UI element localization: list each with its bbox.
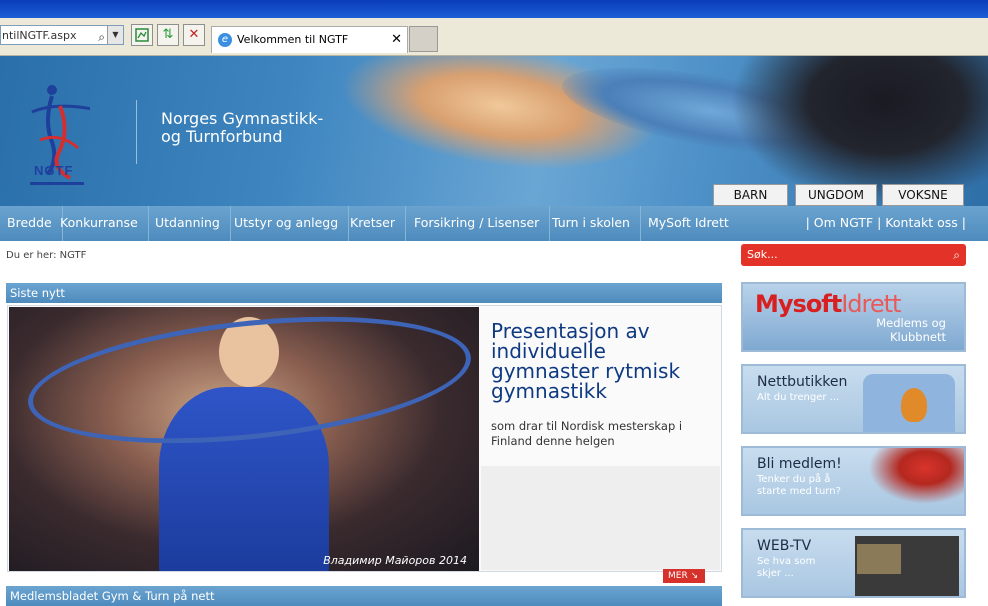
tab-title: Velkommen til NGTF — [237, 33, 349, 46]
mysoft-promo[interactable]: MysoftIdrett Medlems og Klubbnett — [741, 282, 966, 352]
webtv-subtitle-line1: Se hva som — [757, 556, 816, 567]
organization-name-line2: og Turnforbund — [161, 127, 283, 146]
photo-credit: Владимир Майоров 2014 — [323, 554, 467, 567]
window-titlebar — [0, 0, 988, 18]
utility-links[interactable]: | Om NGTF | Kontakt oss | — [806, 206, 966, 241]
news-headline[interactable]: Presentasjon av individuelle gymnaster r… — [491, 321, 711, 401]
video-thumbnail[interactable] — [855, 536, 959, 596]
mysoft-subtitle-line2: Klubbnett — [889, 330, 946, 344]
browser-toolbar: ntilNGTF.aspx ⌕ ▼ ⇅ ✕ e Velkommen til NG… — [0, 18, 988, 56]
news-photo[interactable]: Владимир Майоров 2014 — [9, 307, 479, 571]
mysoft-subtitle: Medlems og Klubbnett — [876, 316, 946, 344]
mysoft-subtitle-line1: Medlems og — [876, 316, 946, 330]
search-input[interactable]: Søk... ⌕ — [741, 244, 966, 266]
new-tab-button[interactable] — [409, 26, 438, 52]
shop-subtitle: Alt du trenger ... — [757, 392, 840, 403]
mysoft-logo: MysoftIdrett — [755, 290, 901, 318]
more-label: MER — [668, 571, 688, 581]
browser-tab[interactable]: e Velkommen til NGTF ✕ — [211, 26, 408, 53]
header-divider — [136, 100, 137, 164]
logo-text: NGTF — [34, 163, 74, 178]
mysoft-light-text: Idrett — [841, 290, 901, 318]
nav-item-turn-i-skolen[interactable]: Turn i skolen — [542, 206, 641, 241]
nav-item-utdanning[interactable]: Utdanning — [145, 206, 231, 241]
nav-item-forsikring[interactable]: Forsikring / Lisenser — [404, 206, 551, 241]
address-bar[interactable]: ntilNGTF.aspx ⌕ ▼ — [0, 25, 124, 45]
membership-subtitle-line2: starte med turn? — [757, 486, 841, 497]
nav-item-utstyr-og-anlegg[interactable]: Utstyr og anlegg — [224, 206, 350, 241]
organization-name-line1: Norges Gymnastikk- — [161, 109, 324, 128]
webtv-title: WEB-TV — [757, 538, 812, 554]
more-button[interactable]: MER ↘ — [663, 569, 705, 583]
membership-subtitle-line1: Tenker du på å — [757, 474, 831, 485]
arrow-icon: ↘ — [690, 571, 699, 581]
address-text: ntilNGTF.aspx — [2, 29, 77, 42]
ie-icon: e — [218, 33, 232, 47]
section-header-news: Siste nytt — [6, 283, 722, 303]
nav-item-konkurranse[interactable]: Konkurranse — [50, 206, 149, 241]
search-icon[interactable]: ⌕ — [953, 244, 960, 266]
mysoft-red-text: Mysoft — [755, 290, 842, 318]
audience-button-voksne[interactable]: VOKSNE — [882, 184, 964, 206]
header-banner: NGTF Norges Gymnastikk- og Turnforbund B… — [0, 56, 988, 206]
nav-item-mysoft-idrett[interactable]: MySoft Idrett — [638, 206, 739, 241]
news-text-area — [481, 466, 720, 570]
hoop — [22, 307, 477, 462]
membership-title: Bli medlem! — [757, 456, 842, 472]
nav-item-kretser[interactable]: Kretser — [340, 206, 406, 241]
search-placeholder: Søk... — [747, 248, 778, 261]
webtv-subtitle-line2: skjer ... — [757, 568, 794, 579]
news-teaser: som drar til Nordisk mesterskap i Finlan… — [491, 419, 683, 448]
webtv-promo[interactable]: WEB-TV Se hva som skjer ... — [741, 528, 966, 598]
shop-promo[interactable]: Nettbutikken Alt du trenger ... — [741, 364, 966, 434]
close-tab-icon[interactable]: ✕ — [391, 27, 402, 53]
gymnast-legs-image — [853, 448, 964, 514]
section-header-magazine: Medlemsbladet Gym & Turn på nett — [6, 586, 722, 606]
membership-promo[interactable]: Bli medlem! Tenker du på å starte med tu… — [741, 446, 966, 516]
audience-button-barn[interactable]: BARN — [713, 184, 788, 206]
address-dropdown-icon[interactable]: ▼ — [107, 26, 123, 44]
compatibility-view-icon[interactable] — [131, 24, 153, 46]
main-nav: Bredde Konkurranse Utdanning Utstyr og a… — [0, 206, 988, 241]
shop-title: Nettbutikken — [757, 374, 848, 390]
search-icon[interactable]: ⌕ — [98, 27, 105, 47]
refresh-icon[interactable]: ⇅ — [157, 24, 179, 46]
breadcrumb: Du er her: NGTF — [6, 250, 87, 261]
organization-name: Norges Gymnastikk- og Turnforbund — [161, 110, 323, 146]
stop-icon[interactable]: ✕ — [183, 24, 205, 46]
audience-button-ungdom[interactable]: UNGDOM — [795, 184, 877, 206]
tshirt-image — [863, 374, 955, 432]
